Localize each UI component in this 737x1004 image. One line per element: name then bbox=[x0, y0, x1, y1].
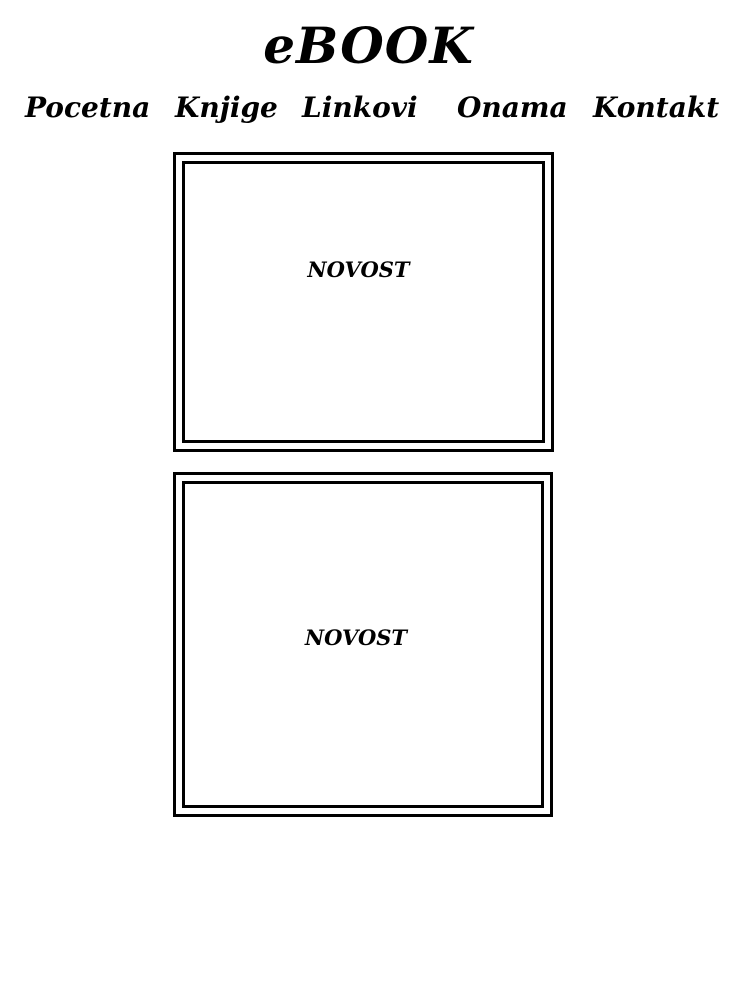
nav-item-onama[interactable]: Onama bbox=[457, 88, 568, 128]
news-box-inner-frame: NOVOST bbox=[182, 161, 545, 443]
nav-item-pocetna[interactable]: Pocetna bbox=[25, 88, 150, 128]
nav-item-kontakt[interactable]: Kontakt bbox=[593, 88, 719, 128]
news-label: NOVOST bbox=[307, 256, 410, 282]
news-box-inner-frame: NOVOST bbox=[182, 481, 544, 808]
site-title: eBOOK bbox=[263, 16, 474, 75]
news-label: NOVOST bbox=[304, 625, 408, 650]
main-navigation: Pocetna Knjige Linkovi Onama Kontakt bbox=[0, 88, 737, 128]
news-box: NOVOST bbox=[173, 472, 553, 817]
nav-item-knjige[interactable]: Knjige bbox=[175, 88, 278, 128]
news-box: NOVOST bbox=[173, 152, 554, 452]
nav-item-linkovi[interactable]: Linkovi bbox=[302, 88, 418, 128]
